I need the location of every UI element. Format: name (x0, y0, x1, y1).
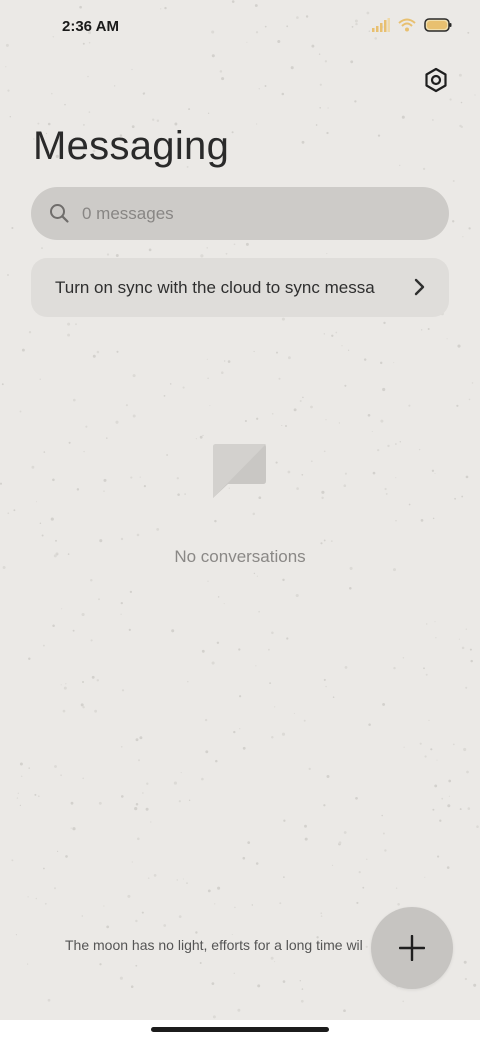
sync-banner-text: Turn on sync with the cloud to sync mess… (55, 278, 375, 297)
status-bar: 2:36 AM (0, 0, 480, 56)
signal-icon (372, 18, 390, 32)
message-bubble-icon (213, 444, 266, 498)
plus-icon (399, 935, 425, 961)
sync-banner[interactable]: Turn on sync with the cloud to sync mess… (31, 258, 449, 317)
empty-state-text: No conversations (174, 547, 306, 566)
home-indicator[interactable] (151, 1027, 329, 1032)
status-icons (372, 18, 452, 32)
new-message-button[interactable] (371, 907, 453, 989)
page-title: Messaging (33, 124, 230, 168)
battery-icon (424, 18, 452, 32)
status-time: 2:36 AM (62, 18, 119, 35)
settings-button[interactable] (420, 64, 452, 96)
motto-text: The moon has no light, efforts for a lon… (65, 937, 363, 953)
search-placeholder: 0 messages (82, 204, 174, 223)
wifi-icon (398, 18, 416, 32)
search-icon (50, 204, 69, 223)
chevron-right-icon (414, 278, 425, 296)
settings-icon (425, 67, 447, 93)
search-input[interactable]: 0 messages (31, 187, 449, 240)
